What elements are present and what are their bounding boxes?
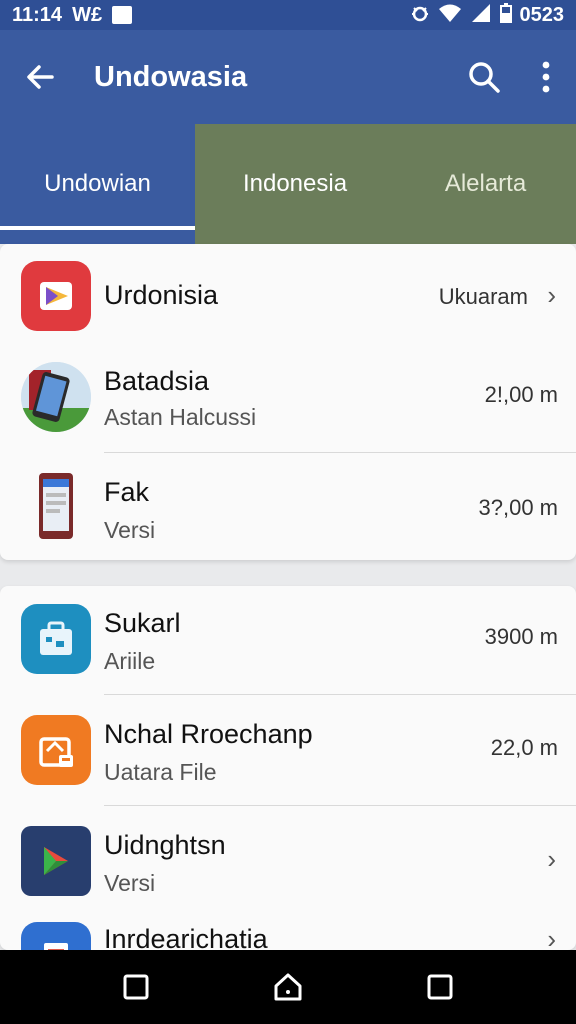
list-group-1: Urdonisia Ukuaram › Batadsia Astan Halcu…	[0, 244, 576, 560]
list-item-title: Nchal Rroechanp	[104, 719, 313, 749]
recents-square-icon	[123, 974, 149, 1000]
list-item-title: Sukarl	[104, 608, 181, 638]
teal-briefcase-icon	[21, 604, 91, 674]
notification-square-icon	[112, 6, 133, 24]
navigation-bar	[0, 950, 576, 1024]
more-options-button[interactable]	[516, 30, 576, 124]
selected-tab-indicator	[0, 226, 195, 230]
status-battery-text: 0523	[519, 3, 565, 26]
back-button[interactable]	[0, 30, 80, 124]
search-button[interactable]	[452, 30, 516, 124]
red-play-icon	[21, 261, 91, 331]
tab-label: Alelarta	[444, 170, 527, 197]
tab-label: Indonesia	[242, 170, 348, 197]
list-item-value: 3900 m	[484, 624, 558, 649]
list-group-2: Sukarl Ariile 3900 m Nchal Rroechanp Uat…	[0, 586, 576, 950]
list-item-subtitle: Ariile	[104, 648, 156, 674]
phone-photo-icon	[21, 362, 91, 432]
list-item[interactable]: Uidnghtsn Versi ›	[0, 806, 576, 916]
orange-folder-icon	[21, 715, 91, 785]
recents-button[interactable]	[106, 957, 166, 1017]
tab-bar: Undowian Indonesia Alelarta	[0, 124, 576, 244]
list-item-subtitle: Uatara File	[104, 759, 217, 785]
status-time: 11:14	[12, 3, 63, 26]
list-item-value: 3?,00 m	[478, 495, 559, 520]
app-bar: Undowasia	[0, 30, 576, 124]
list-item[interactable]: Urdonisia Ukuaram ›	[0, 244, 576, 348]
list-item[interactable]: Batadsia Astan Halcussi 2!,00 m	[0, 348, 576, 452]
chevron-right-icon: ›	[547, 924, 556, 950]
battery-icon	[499, 2, 512, 28]
list-item-title: Uidnghtsn	[104, 830, 226, 860]
list-item-title: Urdonisia	[104, 280, 219, 310]
list-item-title: Inrdearichatia	[104, 924, 268, 950]
list-item[interactable]: Fak Versi 3?,00 m	[0, 453, 576, 559]
list-item-title: Batadsia	[104, 366, 210, 396]
list-item-subtitle: Versi	[104, 517, 156, 543]
list-item[interactable]: Inrdearichatia ›	[0, 916, 576, 950]
tab-undowian[interactable]: Undowian	[0, 124, 195, 244]
list-item-value: 2!,00 m	[484, 382, 558, 407]
search-icon	[469, 62, 500, 93]
list-item-subtitle: Astan Halcussi	[104, 404, 257, 430]
home-icon	[274, 973, 302, 1001]
more-vert-icon	[542, 61, 550, 93]
blue-document-icon	[21, 922, 91, 950]
navy-play-store-icon	[21, 826, 91, 896]
wifi-icon	[438, 3, 462, 28]
list-item-subtitle: Versi	[104, 870, 156, 896]
list-item-title: Fak	[104, 477, 150, 507]
home-button[interactable]	[258, 957, 318, 1017]
back-arrow-icon	[27, 65, 54, 89]
tab-alelarta[interactable]: Alelarta	[395, 124, 576, 244]
back-square-icon	[427, 974, 453, 1000]
signal-icon	[470, 3, 492, 28]
phone-screen-icon	[21, 471, 91, 541]
bug-icon	[410, 3, 430, 28]
status-bar: 11:14 W£ 0523	[0, 0, 576, 30]
back-nav-button[interactable]	[410, 957, 470, 1017]
tab-label: Undowian	[44, 170, 151, 197]
list-item[interactable]: Sukarl Ariile 3900 m	[0, 586, 576, 694]
status-carrier: W£	[72, 3, 103, 26]
list-item-value: Ukuaram	[438, 284, 528, 309]
list-item[interactable]: Nchal Rroechanp Uatara File 22,0 m	[0, 695, 576, 805]
tab-indonesia[interactable]: Indonesia	[195, 124, 395, 244]
page-title: Undowasia	[94, 60, 248, 93]
chevron-right-icon: ›	[547, 280, 556, 310]
chevron-right-icon: ›	[547, 844, 556, 874]
list-item-value: 22,0 m	[490, 735, 558, 760]
